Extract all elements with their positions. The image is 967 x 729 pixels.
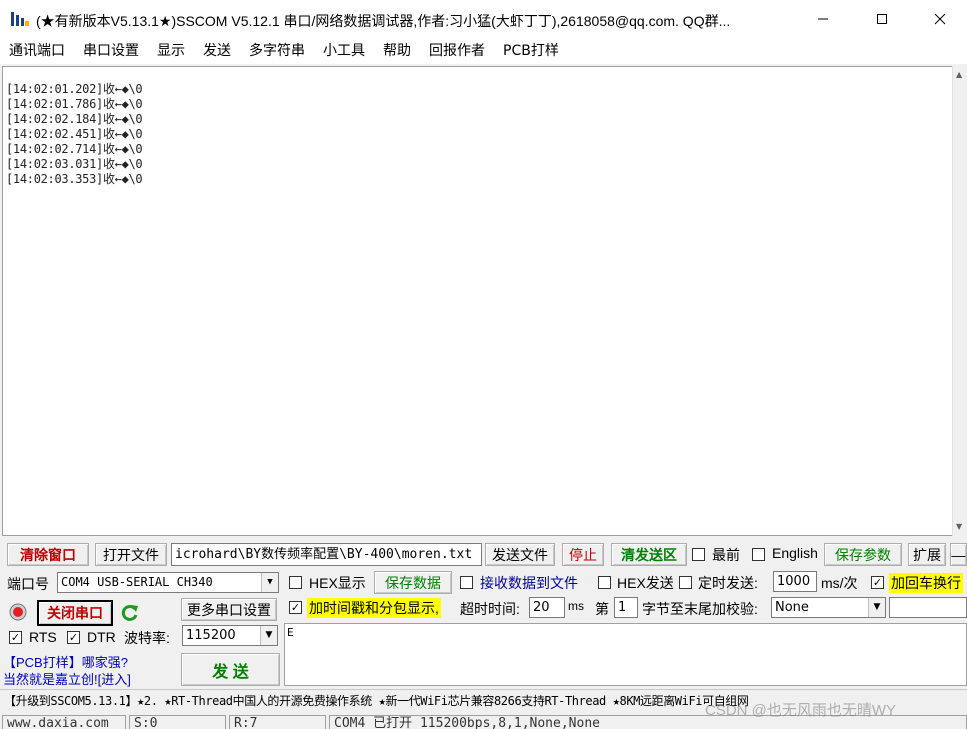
more-serial-settings-button[interactable]: 更多串口设置 xyxy=(181,598,277,621)
dtr-label: DTR xyxy=(87,629,116,645)
minimize-icon xyxy=(818,18,828,20)
status-sent-count: S:0 xyxy=(129,715,226,729)
save-params-button[interactable]: 保存参数 xyxy=(824,543,902,566)
menu-comm-port[interactable]: 通讯端口 xyxy=(0,38,74,64)
clear-window-button[interactable]: 清除窗口 xyxy=(7,543,89,566)
receive-area[interactable]: [14:02:01.202]收←◆\0 [14:02:01.786]收←◆\0 … xyxy=(2,66,952,536)
menu-multi-string[interactable]: 多字符串 xyxy=(240,38,314,64)
refresh-icon[interactable] xyxy=(120,603,140,623)
port-status-led-icon xyxy=(9,603,27,621)
scroll-up-icon[interactable]: ▲ xyxy=(956,70,962,79)
timeout-input[interactable]: 20 xyxy=(529,597,565,618)
expand-button[interactable]: 扩展 xyxy=(908,543,946,566)
topmost-label: 最前 xyxy=(712,547,740,563)
english-label: English xyxy=(772,545,818,561)
menu-help[interactable]: 帮助 xyxy=(374,38,420,64)
receive-line: [14:02:02.714]收←◆\0 xyxy=(6,142,143,156)
close-button[interactable] xyxy=(916,0,964,38)
checksum-select[interactable]: None ▼ xyxy=(771,597,886,618)
baud-value: 115200 xyxy=(186,628,236,643)
clear-send-button[interactable]: 清发送区 xyxy=(611,543,687,566)
receive-line: [14:02:01.786]收←◆\0 xyxy=(6,97,143,111)
send-textarea[interactable]: E xyxy=(284,623,967,686)
receive-line: [14:02:03.353]收←◆\0 xyxy=(6,172,143,186)
chevron-down-icon: ▼ xyxy=(868,598,885,617)
timed-send-checkbox[interactable] xyxy=(679,576,692,589)
menu-bar: 通讯端口 串口设置 显示 发送 多字符串 小工具 帮助 回报作者 PCB打样 xyxy=(0,38,967,64)
receive-line: [14:02:02.451]收←◆\0 xyxy=(6,127,143,141)
rts-checkbox[interactable]: ✓ xyxy=(9,631,22,644)
receive-line: [14:02:03.031]收←◆\0 xyxy=(6,157,143,171)
hex-send-checkbox[interactable] xyxy=(598,576,611,589)
menu-tools[interactable]: 小工具 xyxy=(314,38,374,64)
timestamp-label: 加时间戳和分包显示, xyxy=(307,598,441,618)
maximize-button[interactable] xyxy=(858,0,906,38)
stop-button[interactable]: 停止 xyxy=(562,543,604,566)
send-text: E xyxy=(287,626,294,639)
open-file-button[interactable]: 打开文件 xyxy=(95,543,167,566)
port-value: COM4 USB-SERIAL CH340 xyxy=(61,575,213,589)
maximize-icon xyxy=(877,14,887,24)
timed-unit-label: ms/次 xyxy=(821,575,858,591)
checksum-value: None xyxy=(775,600,809,615)
timeout-unit-label: ms xyxy=(568,599,584,613)
menu-feedback[interactable]: 回报作者 xyxy=(420,38,494,64)
menu-pcb[interactable]: PCB打样 xyxy=(494,38,568,64)
baud-label: 波特率: xyxy=(124,630,170,646)
english-checkbox[interactable] xyxy=(752,548,765,561)
timed-interval-input[interactable]: 1000 xyxy=(773,571,817,592)
window-title: (★有新版本V5.13.1★)SSCOM V5.12.1 串口/网络数据调试器,… xyxy=(36,13,731,29)
scroll-down-icon[interactable]: ▼ xyxy=(956,522,962,531)
status-received-count: R:7 xyxy=(229,715,326,729)
hex-display-checkbox[interactable] xyxy=(289,576,302,589)
menu-send[interactable]: 发送 xyxy=(194,38,240,64)
chevron-down-icon: ▼ xyxy=(260,626,277,645)
checksum-extra-field[interactable] xyxy=(889,597,967,618)
status-website[interactable]: www.daxia.com xyxy=(2,715,126,729)
recv-to-file-label: 接收数据到文件 xyxy=(480,575,578,591)
menu-display[interactable]: 显示 xyxy=(148,38,194,64)
pcb-promo-link-2[interactable]: 当然就是嘉立创![进入] xyxy=(3,669,131,688)
dtr-checkbox[interactable]: ✓ xyxy=(67,631,80,644)
save-data-button[interactable]: 保存数据 xyxy=(374,571,452,594)
byte-index-input[interactable]: 1 xyxy=(614,597,638,618)
menu-serial-settings[interactable]: 串口设置 xyxy=(74,38,148,64)
close-icon xyxy=(934,13,946,25)
baud-select[interactable]: 115200 ▼ xyxy=(182,625,278,646)
hex-send-label: HEX发送 xyxy=(617,575,674,591)
receive-line: [14:02:01.202]收←◆\0 xyxy=(6,82,143,96)
timestamp-checkbox[interactable]: ✓ xyxy=(289,601,302,614)
title-bar: (★有新版本V5.13.1★)SSCOM V5.12.1 串口/网络数据调试器,… xyxy=(0,0,967,38)
port-select[interactable]: COM4 USB-SERIAL CH340 ▼ xyxy=(57,572,279,593)
send-file-button[interactable]: 发送文件 xyxy=(485,543,555,566)
receive-scrollbar[interactable]: ▲ ▼ xyxy=(952,66,967,536)
sscom-app-icon xyxy=(11,12,29,26)
csdn-watermark: CSDN @也无风雨也无晴WY xyxy=(705,702,897,719)
file-path-field[interactable]: icrohard\BY数传频率配置\BY-400\moren.txt xyxy=(171,543,482,566)
byte-suffix-label: 字节至末尾加校验: xyxy=(642,601,758,617)
crlf-checkbox[interactable]: ✓ xyxy=(871,576,884,589)
hex-display-label: HEX显示 xyxy=(309,575,366,591)
collapse-button[interactable]: — xyxy=(950,543,967,566)
receive-log: [14:02:01.202]收←◆\0 [14:02:01.786]收←◆\0 … xyxy=(6,82,143,187)
minimize-button[interactable] xyxy=(799,0,847,38)
send-button[interactable]: 发 送 xyxy=(181,653,280,686)
timeout-label: 超时时间: xyxy=(460,601,520,617)
topmost-checkbox[interactable] xyxy=(692,548,705,561)
chevron-down-icon: ▼ xyxy=(261,573,278,592)
close-port-button[interactable]: 关闭串口 xyxy=(37,600,113,626)
rts-label: RTS xyxy=(29,629,57,645)
crlf-label: 加回车换行 xyxy=(889,573,963,593)
byte-prefix-label: 第 xyxy=(595,601,609,617)
timed-send-label: 定时发送: xyxy=(698,575,758,591)
port-label: 端口号 xyxy=(7,576,49,592)
recv-to-file-checkbox[interactable] xyxy=(460,576,473,589)
receive-line: [14:02:02.184]收←◆\0 xyxy=(6,112,143,126)
